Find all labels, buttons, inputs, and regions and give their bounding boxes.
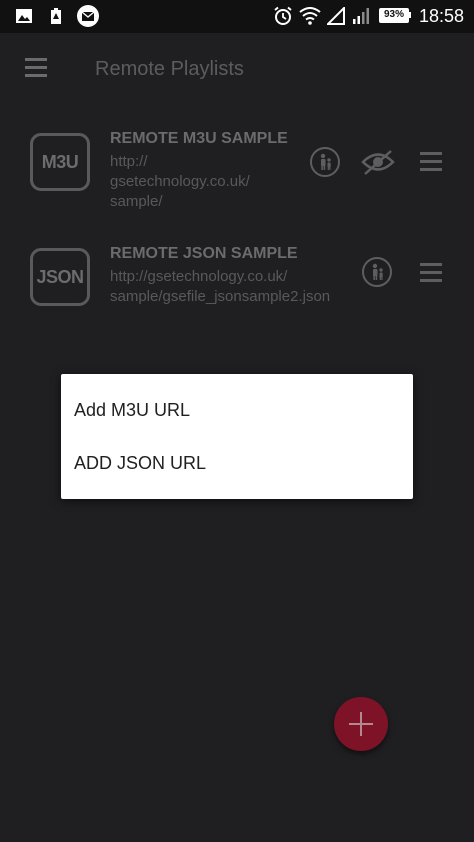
family-icon[interactable] (362, 257, 392, 287)
list-item[interactable]: JSON REMOTE JSON SAMPLE http://gsetechno… (0, 245, 474, 358)
add-m3u-url-menu-item[interactable]: Add M3U URL (61, 384, 413, 436)
screen: 93% 18:58 Remote Playlists M3U REMOTE M3… (0, 0, 474, 842)
signal-icon (353, 8, 369, 24)
drag-handle-icon[interactable] (418, 263, 444, 287)
visibility-off-icon[interactable] (361, 149, 395, 175)
playlist-title: REMOTE M3U SAMPLE (110, 130, 288, 147)
image-icon (16, 9, 32, 23)
status-bar: 93% 18:58 (0, 0, 474, 33)
add-url-popup-menu: Add M3U URL ADD JSON URL (61, 374, 413, 499)
json-thumbnail: JSON (30, 248, 90, 306)
toolbar: Remote Playlists (0, 33, 474, 105)
add-playlist-button[interactable] (334, 697, 388, 751)
alarm-icon (274, 6, 292, 25)
battery-nub (409, 12, 411, 18)
wifi-icon (299, 7, 321, 25)
menu-item-label: Add M3U URL (74, 400, 191, 420)
playlist-url: http://gsetechnology.co.uk/ sample/gsefi… (110, 268, 331, 305)
email-icon (77, 5, 99, 27)
drag-handle-icon[interactable] (418, 152, 444, 176)
clock: 18:58 (418, 6, 464, 26)
battery-icon: 93% (379, 8, 409, 23)
menu-item-label: ADD JSON URL (74, 453, 207, 473)
hamburger-menu-icon[interactable] (22, 55, 52, 83)
list-item[interactable]: M3U REMOTE M3U SAMPLE http:// gsetechnol… (0, 130, 474, 243)
family-icon[interactable] (310, 147, 340, 177)
add-json-url-menu-item[interactable]: ADD JSON URL (61, 437, 413, 489)
battery-saver-icon (51, 8, 61, 24)
signal-icon (327, 7, 345, 25)
page-title: Remote Playlists (95, 58, 244, 80)
playlist-title: REMOTE JSON SAMPLE (110, 245, 298, 262)
m3u-thumbnail: M3U (30, 133, 90, 191)
